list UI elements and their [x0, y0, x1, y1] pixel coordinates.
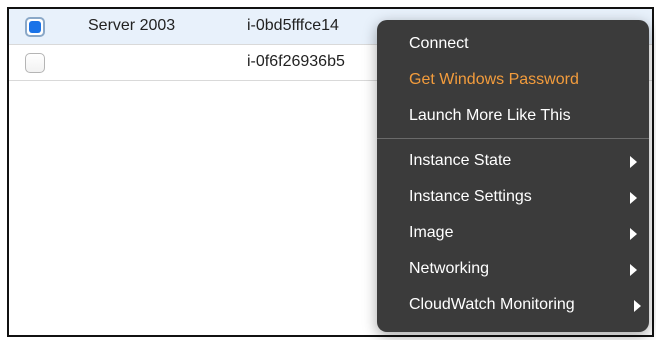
menu-item-image[interactable]: Image [377, 215, 649, 251]
menu-item-networking[interactable]: Networking [377, 251, 649, 287]
menu-item-connect[interactable]: Connect [377, 26, 649, 62]
instance-id-cell[interactable]: i-0f6f26936b5 [247, 53, 345, 71]
menu-item-launch-more-like-this[interactable]: Launch More Like This [377, 98, 649, 134]
menu-item-label: Launch More Like This [409, 107, 571, 124]
submenu-arrow-icon [630, 264, 637, 276]
menu-item-label: CloudWatch Monitoring [409, 296, 575, 313]
menu-item-cloudwatch-monitoring[interactable]: CloudWatch Monitoring [377, 287, 649, 323]
submenu-arrow-icon [630, 156, 637, 168]
menu-item-instance-state[interactable]: Instance State [377, 143, 649, 179]
menu-item-label: Get Windows Password [409, 71, 579, 88]
submenu-arrow-icon [630, 192, 637, 204]
menu-item-label: Instance State [409, 152, 512, 169]
menu-item-get-windows-password[interactable]: Get Windows Password [377, 62, 649, 98]
submenu-arrow-icon [630, 228, 637, 240]
row-checkbox-checked[interactable] [25, 17, 45, 37]
instance-name-cell: Server 2003 [88, 17, 176, 34]
menu-separator [377, 138, 649, 139]
menu-item-label: Instance Settings [409, 188, 532, 205]
menu-item-label: Image [409, 224, 454, 241]
menu-item-instance-settings[interactable]: Instance Settings [377, 179, 649, 215]
menu-item-label: Connect [409, 35, 469, 52]
row-checkbox-unchecked[interactable] [25, 53, 45, 73]
submenu-arrow-icon [634, 300, 641, 312]
menu-item-label: Networking [409, 260, 490, 277]
instance-id-cell[interactable]: i-0bd5fffce14 [247, 17, 339, 35]
context-menu: Connect Get Windows Password Launch More… [377, 20, 649, 332]
